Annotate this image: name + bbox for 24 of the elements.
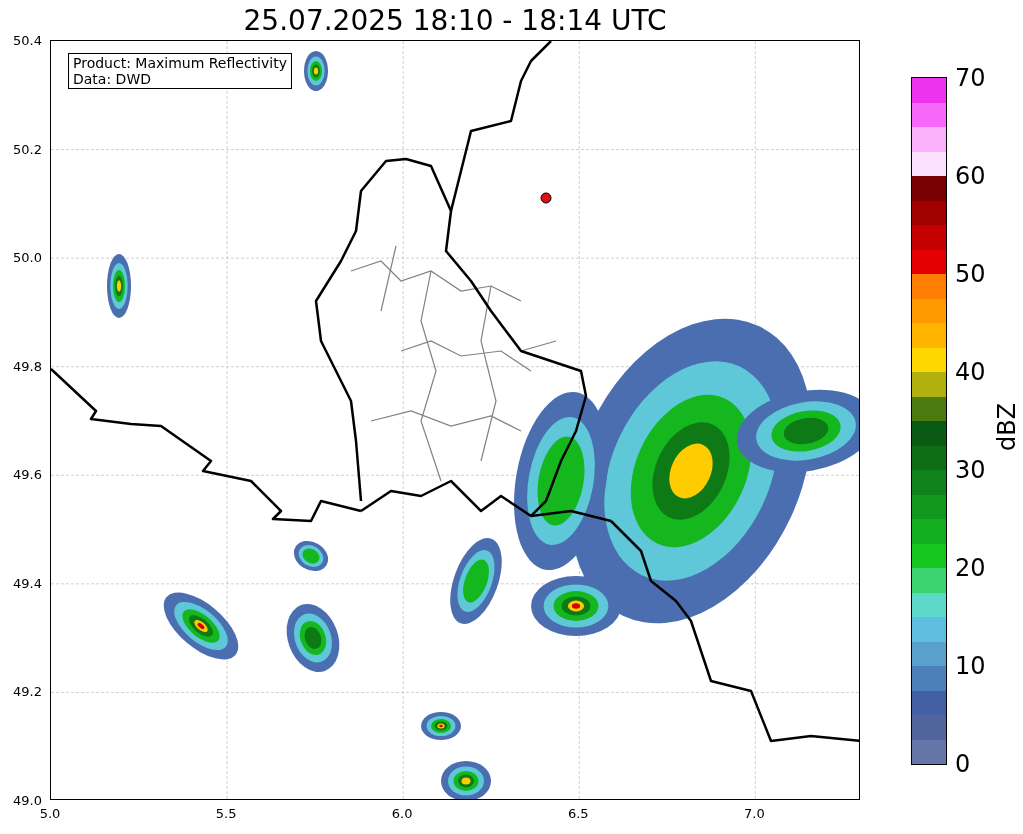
colorbar-tick-label: 10 xyxy=(955,652,986,680)
colorbar-tick-label: 60 xyxy=(955,162,986,190)
info-box: Product: Maximum Reflectivity Data: DWD xyxy=(68,53,292,89)
x-tick-label: 7.0 xyxy=(744,806,765,821)
colorbar-tick-label: 70 xyxy=(955,64,986,92)
colorbar-tick-label: 30 xyxy=(955,456,986,484)
colorbar-tick-label: 0 xyxy=(955,750,971,778)
colorbar-tick-label: 50 xyxy=(955,260,986,288)
x-tick-label: 6.5 xyxy=(567,806,589,821)
y-tick-label: 49.2 xyxy=(13,683,42,699)
y-tick-label: 50.0 xyxy=(13,249,42,265)
y-tick-label: 49.6 xyxy=(13,466,42,482)
y-tick-label: 49.8 xyxy=(13,358,42,374)
y-tick-label: 50.4 xyxy=(13,32,42,48)
chart-title: 25.07.2025 18:10 - 18:14 UTC xyxy=(242,2,668,39)
y-tick-label: 50.2 xyxy=(13,141,42,157)
x-tick-label: 5.5 xyxy=(215,806,237,821)
y-tick-label: 49.4 xyxy=(13,575,42,591)
y-tick-label: 49.0 xyxy=(13,792,42,808)
colorbar-label: dBZ xyxy=(993,402,1021,452)
x-tick-label: 5.0 xyxy=(39,806,61,821)
colorbar-tick-label: 20 xyxy=(955,554,986,582)
colorbar-tick-label: 40 xyxy=(955,358,986,386)
x-tick-label: 6.0 xyxy=(391,806,413,821)
